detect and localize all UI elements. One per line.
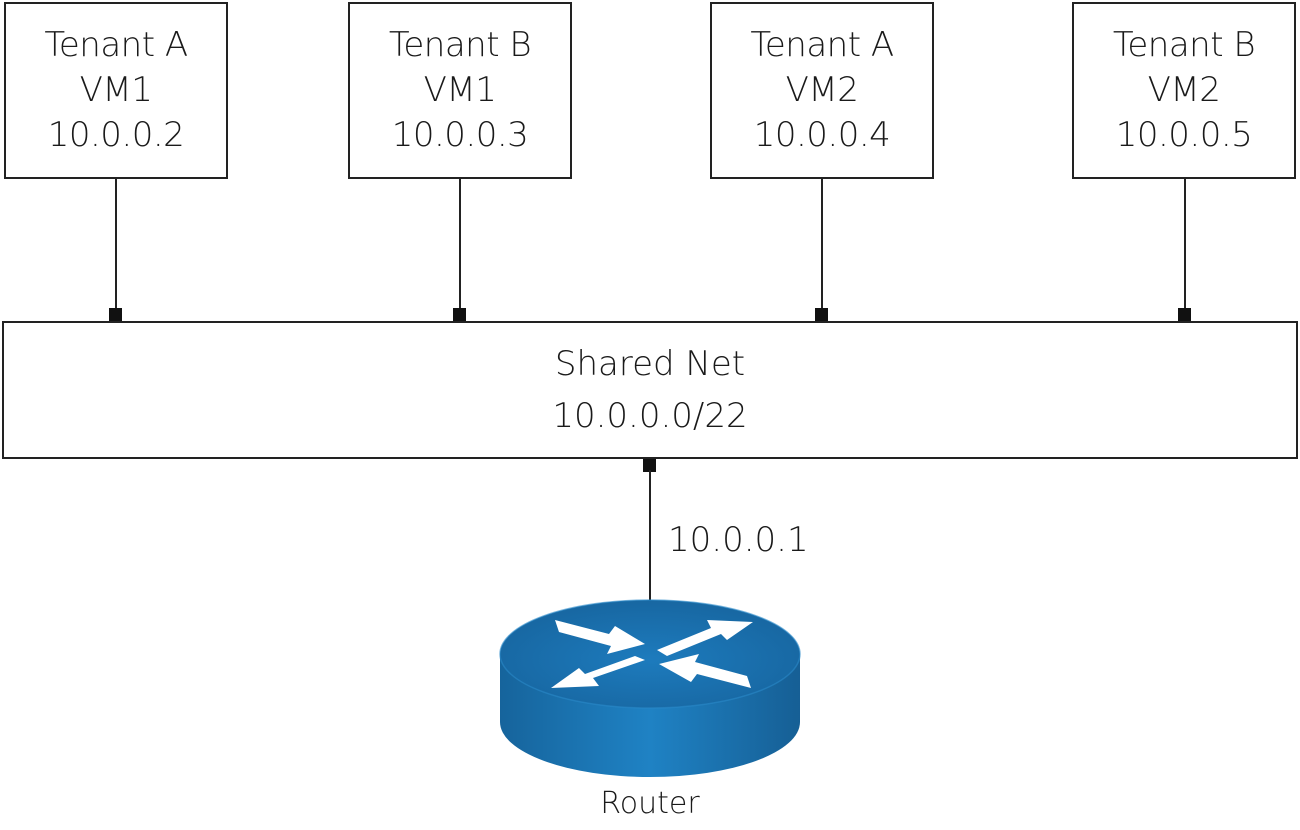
vm-name-label: VM2	[785, 70, 859, 110]
vm-tenant-label: Tenant B	[388, 25, 532, 65]
router-label: Router	[600, 786, 700, 821]
vm-name-label: VM1	[423, 70, 497, 110]
router-icon	[499, 599, 801, 777]
gateway-ip-label: 10.0.0.1	[668, 520, 809, 560]
vm2-connector-line	[459, 179, 461, 309]
vm-ip-label: 10.0.0.2	[47, 115, 185, 155]
vm1-connector-line	[115, 179, 117, 309]
network-port-vm4	[1178, 308, 1191, 321]
vm-ip-label: 10.0.0.5	[1115, 115, 1253, 155]
vm-ip-label: 10.0.0.3	[391, 115, 529, 155]
vm-box-tenant-a-vm2: Tenant A VM2 10.0.0.4	[710, 2, 934, 179]
vm4-connector-line	[1184, 179, 1186, 309]
vm-box-tenant-b-vm1: Tenant B VM1 10.0.0.3	[348, 2, 572, 179]
network-port-vm3	[815, 308, 828, 321]
vm-ip-label: 10.0.0.4	[753, 115, 891, 155]
vm-name-label: VM1	[79, 70, 153, 110]
network-port-vm1	[109, 308, 122, 321]
network-port-vm2	[453, 308, 466, 321]
router-connector-line	[649, 470, 651, 600]
network-cidr: 10.0.0.0/22	[552, 396, 748, 436]
vm-tenant-label: Tenant A	[750, 25, 894, 65]
network-name: Shared Net	[554, 344, 746, 384]
vm-box-tenant-b-vm2: Tenant B VM2 10.0.0.5	[1072, 2, 1296, 179]
vm-tenant-label: Tenant A	[44, 25, 188, 65]
vm-name-label: VM2	[1147, 70, 1221, 110]
vm3-connector-line	[821, 179, 823, 309]
vm-box-tenant-a-vm1: Tenant A VM1 10.0.0.2	[4, 2, 228, 179]
vm-tenant-label: Tenant B	[1112, 25, 1256, 65]
shared-network-box: Shared Net 10.0.0.0/22	[2, 321, 1298, 459]
